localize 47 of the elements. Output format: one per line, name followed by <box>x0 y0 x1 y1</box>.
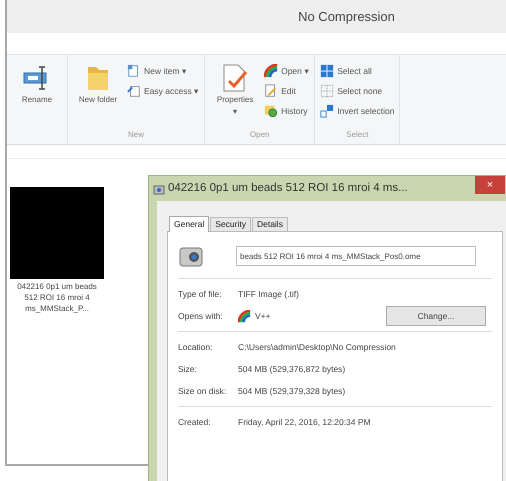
edit-icon <box>264 84 278 98</box>
property-label: Size on disk: <box>178 384 228 398</box>
ribbon-button[interactable]: New folder <box>73 63 123 129</box>
grid-icon <box>320 64 334 78</box>
ribbon-button[interactable]: Rename <box>12 63 62 144</box>
rainbow-icon <box>238 310 251 322</box>
properties-icon <box>221 63 250 93</box>
tab[interactable]: Details <box>252 217 288 231</box>
ribbon-button[interactable]: History <box>264 103 310 119</box>
new-item-icon <box>127 64 141 78</box>
change-button[interactable]: Change... <box>386 306 486 326</box>
history-icon <box>264 104 278 118</box>
property-label: Size: <box>178 362 198 376</box>
easy-access-icon <box>127 84 141 98</box>
ribbon-button[interactable]: Select none <box>320 83 394 99</box>
window-title: No Compression <box>298 8 395 26</box>
ribbon-button[interactable]: Select all <box>320 63 394 79</box>
property-label: Created: <box>178 416 212 428</box>
property-value: TIFF Image (.tif) <box>238 288 299 300</box>
tab[interactable]: General <box>169 216 210 232</box>
file-name-field[interactable]: beads 512 ROI 16 mroi 4 ms_MMStack_Pos0.ome <box>236 246 476 266</box>
camera-icon <box>153 182 165 194</box>
dotted-grid-icon <box>320 84 334 98</box>
property-value: V++ <box>255 310 271 322</box>
group-label: Open <box>248 129 270 141</box>
rainbow-icon <box>264 64 278 78</box>
ribbon-button[interactable]: Edit <box>264 83 310 99</box>
invert-selection-icon <box>320 104 334 118</box>
close-button[interactable]: × <box>475 176 505 194</box>
property-value: C:\Users\admin\Desktop\No Compression <box>238 340 396 354</box>
file-name[interactable]: 042216 0p1 um beads 512 ROI 16 mroi 4 ms_MMStack_P... <box>11 281 103 314</box>
ribbon-button[interactable]: Open ▾ <box>264 63 310 79</box>
tab[interactable]: Security <box>210 217 251 231</box>
ribbon-button[interactable]: Invert selection <box>320 103 394 119</box>
property-label: Type of file: <box>178 288 222 300</box>
file-thumbnail[interactable] <box>10 187 104 279</box>
group-label: New <box>127 129 146 141</box>
group-label: Select <box>345 129 370 141</box>
ribbon-button[interactable]: Properties ▾ <box>210 63 260 129</box>
property-label: Location: <box>178 340 214 354</box>
property-value: 504 MB (529,376,872 bytes) <box>238 362 346 376</box>
property-label: Opens with: <box>178 310 224 322</box>
ribbon-button[interactable]: New item ▾ <box>127 63 200 79</box>
ribbon-button[interactable]: Easy access ▾ <box>127 83 200 99</box>
dialog-title: 042216 0p1 um beads 512 ROI 16 mroi 4 ms... <box>168 180 408 196</box>
property-value: Friday, April 22, 2016, 12:20:34 PM <box>238 416 371 428</box>
property-value: 504 MB (529,379,328 bytes) <box>238 384 346 398</box>
